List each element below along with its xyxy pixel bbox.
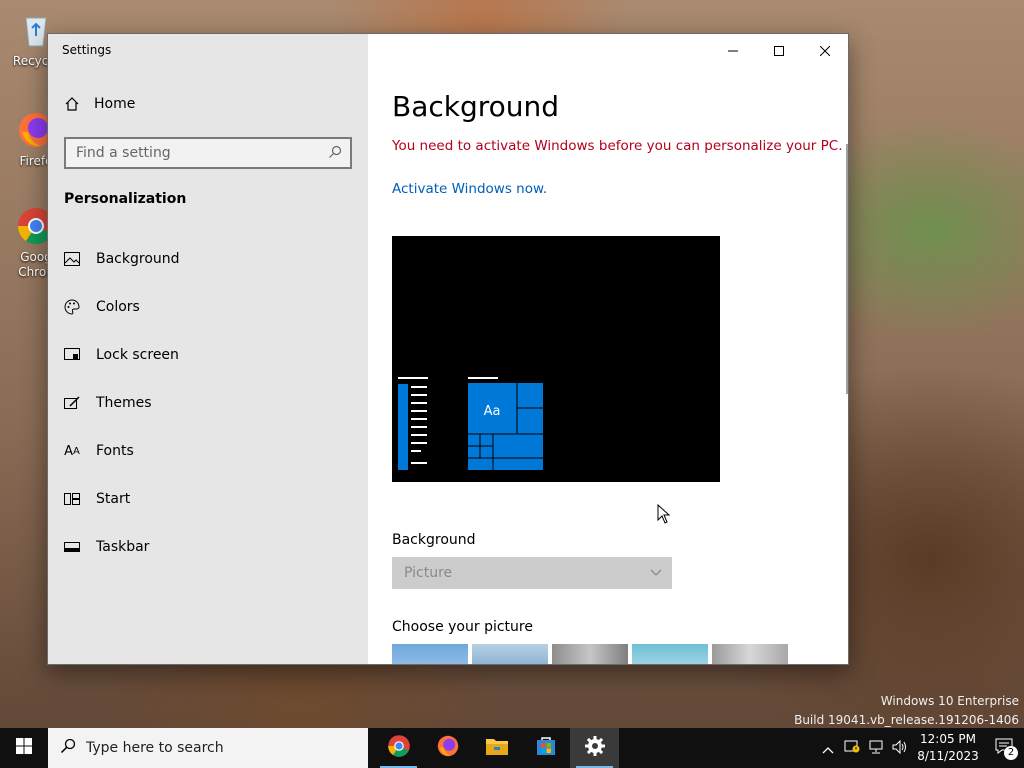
start-icon xyxy=(64,491,80,507)
taskbar-app-file-explorer[interactable] xyxy=(472,728,521,768)
taskbar-icon xyxy=(64,539,80,555)
lock-screen-icon xyxy=(64,347,80,363)
taskbar-apps xyxy=(374,728,619,768)
action-center-button[interactable]: 2 xyxy=(984,728,1024,768)
store-icon xyxy=(535,735,557,761)
sidebar-item-themes[interactable]: Themes xyxy=(64,379,354,427)
picture-thumbnail[interactable] xyxy=(392,644,468,664)
sidebar-item-label: Taskbar xyxy=(96,539,150,555)
content-scrollbar[interactable] xyxy=(846,144,848,394)
taskbar-search-input[interactable] xyxy=(86,740,346,756)
preview-tile-label: Aa xyxy=(484,404,501,419)
background-dropdown-label: Background xyxy=(392,532,476,548)
system-tray: 12:05 PM 8/11/2023 2 xyxy=(816,728,1024,768)
sidebar-item-fonts[interactable]: AA Fonts xyxy=(64,427,354,475)
search-icon xyxy=(60,738,76,758)
start-button[interactable] xyxy=(0,728,48,768)
sidebar-item-label: Fonts xyxy=(96,443,134,459)
windows-logo-icon xyxy=(16,738,32,758)
palette-icon xyxy=(64,299,80,315)
sidebar-item-background[interactable]: Background xyxy=(64,235,354,283)
sidebar-item-colors[interactable]: Colors xyxy=(64,283,354,331)
content-pane: Background You need to activate Windows … xyxy=(392,34,848,664)
security-alert-icon xyxy=(844,738,860,758)
chevron-down-icon xyxy=(650,565,662,581)
chevron-up-icon xyxy=(822,739,834,758)
themes-icon xyxy=(64,395,80,411)
settings-icon xyxy=(584,735,606,761)
background-dropdown-value: Picture xyxy=(404,565,453,581)
background-preview: Aa xyxy=(392,236,720,482)
sidebar: Settings Home Personalization Background xyxy=(48,34,368,664)
search-icon[interactable] xyxy=(328,144,342,163)
picture-thumbnails xyxy=(392,644,788,664)
activate-windows-link[interactable]: Activate Windows now. xyxy=(392,181,547,197)
picture-thumbnail[interactable] xyxy=(472,644,548,664)
search-box[interactable] xyxy=(64,137,352,169)
taskbar-clock[interactable]: 12:05 PM 8/11/2023 xyxy=(912,731,984,765)
sidebar-item-label: Themes xyxy=(96,395,152,411)
file-explorer-icon xyxy=(485,736,509,760)
volume-icon xyxy=(892,739,908,758)
picture-thumbnail[interactable] xyxy=(712,644,788,664)
picture-icon xyxy=(64,251,80,267)
taskbar: 12:05 PM 8/11/2023 2 xyxy=(0,728,1024,768)
search-input[interactable] xyxy=(76,145,328,161)
taskbar-app-firefox[interactable] xyxy=(423,728,472,768)
windows-watermark: Windows 10 Enterprise Build 19041.vb_rel… xyxy=(794,692,1019,730)
notification-count-badge: 2 xyxy=(1004,746,1018,760)
background-dropdown[interactable]: Picture xyxy=(392,557,672,589)
chrome-icon xyxy=(387,734,411,762)
nav-list: Background Colors Lock screen Themes A A… xyxy=(64,235,354,571)
home-icon xyxy=(64,96,80,112)
window-title: Settings xyxy=(62,43,112,57)
nav-home-label: Home xyxy=(94,96,136,112)
fonts-icon: AA xyxy=(64,443,80,459)
start-menu-preview: Aa xyxy=(398,377,543,470)
tray-security-button[interactable] xyxy=(840,728,864,768)
taskbar-app-store[interactable] xyxy=(521,728,570,768)
taskbar-app-chrome[interactable] xyxy=(374,728,423,768)
choose-picture-label: Choose your picture xyxy=(392,619,533,635)
picture-thumbnail[interactable] xyxy=(632,644,708,664)
nav-home[interactable]: Home xyxy=(64,96,135,112)
sidebar-item-label: Background xyxy=(96,251,180,267)
taskbar-app-settings[interactable] xyxy=(570,728,619,768)
clock-time: 12:05 PM xyxy=(920,732,976,746)
activation-warning: You need to activate Windows before you … xyxy=(392,138,843,154)
clock-date: 8/11/2023 xyxy=(917,749,979,763)
tray-network-button[interactable] xyxy=(864,728,888,768)
show-hidden-icons-button[interactable] xyxy=(816,728,840,768)
sidebar-item-lock-screen[interactable]: Lock screen xyxy=(64,331,354,379)
taskbar-search[interactable] xyxy=(48,728,368,768)
picture-thumbnail[interactable] xyxy=(552,644,628,664)
mouse-cursor-icon xyxy=(657,504,671,524)
section-heading: Personalization xyxy=(64,191,187,207)
settings-window: Settings Home Personalization Background xyxy=(47,33,849,665)
tray-volume-button[interactable] xyxy=(888,728,912,768)
sidebar-item-taskbar[interactable]: Taskbar xyxy=(64,523,354,571)
watermark-edition: Windows 10 Enterprise xyxy=(880,694,1019,708)
page-title: Background xyxy=(392,90,560,123)
sidebar-item-start[interactable]: Start xyxy=(64,475,354,523)
sidebar-item-label: Lock screen xyxy=(96,347,179,363)
sidebar-item-label: Start xyxy=(96,491,131,507)
firefox-icon xyxy=(436,734,460,762)
network-icon xyxy=(868,739,884,758)
sidebar-item-label: Colors xyxy=(96,299,140,315)
